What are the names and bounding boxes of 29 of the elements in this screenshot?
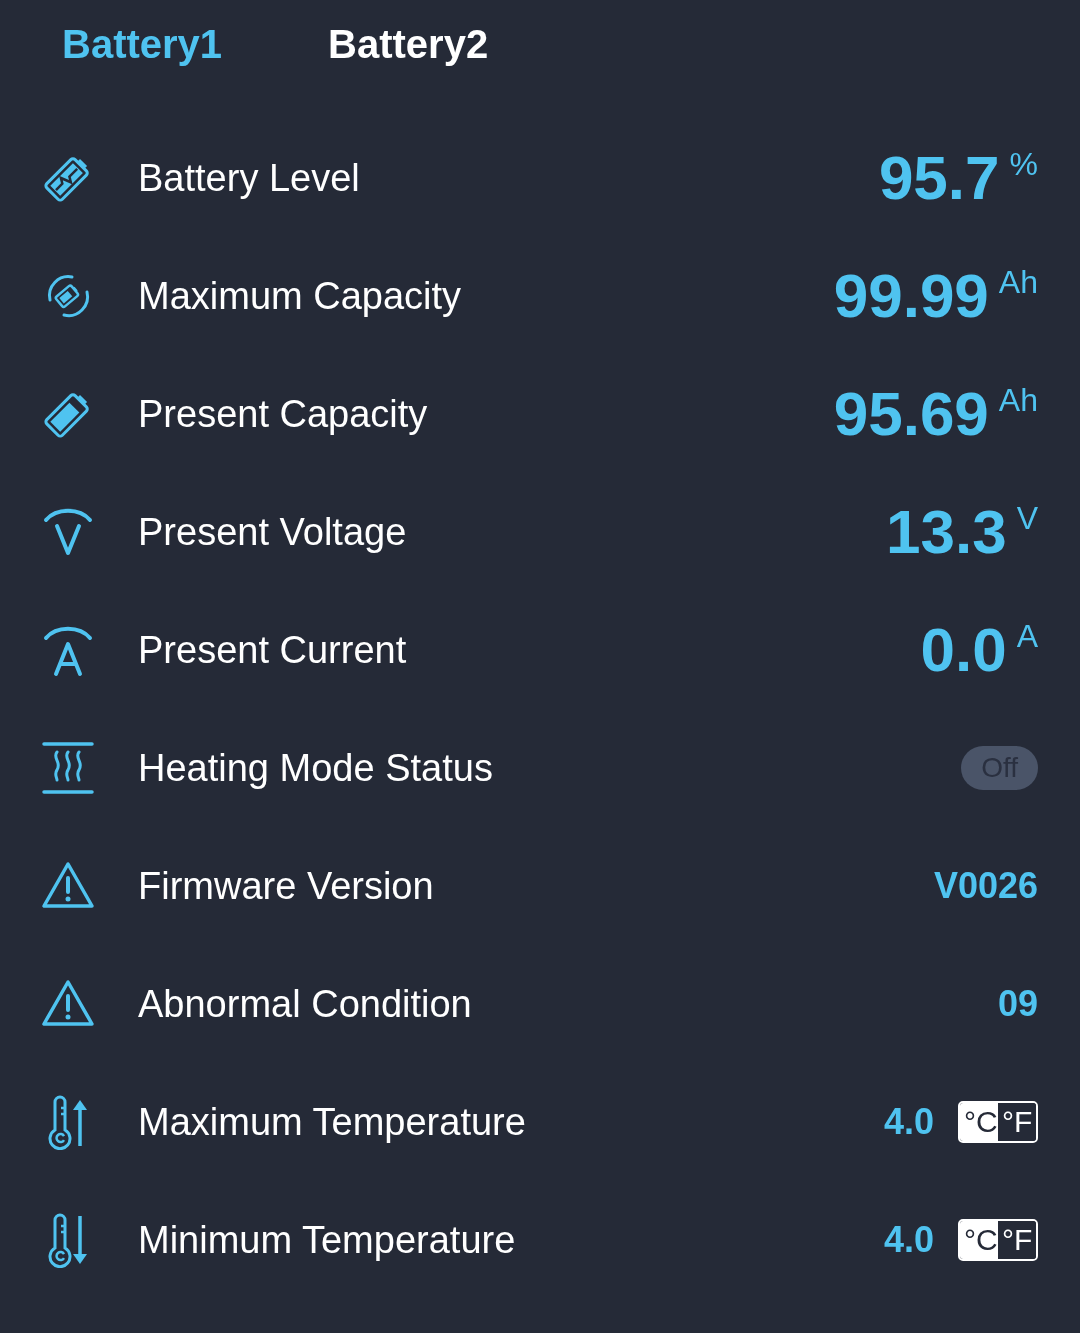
row-label: Maximum Temperature — [138, 1100, 527, 1144]
battery-tab[interactable]: Battery1 — [62, 22, 223, 67]
reading-value: 09 — [997, 983, 1038, 1025]
reading-value: 95.69 — [833, 383, 989, 445]
row-label: Minimum Temperature — [138, 1218, 517, 1262]
unit-toggle[interactable]: °C — [960, 1103, 998, 1141]
reading-value: 4.0 — [883, 1101, 934, 1143]
unit-label: % — [1009, 147, 1038, 183]
row-label: Heating Mode Status — [138, 746, 494, 790]
unit-label: Ah — [998, 265, 1038, 301]
row-label: Present Capacity — [138, 392, 429, 436]
row-label: Present Current — [138, 628, 408, 672]
row-label: Abnormal Condition — [138, 982, 473, 1026]
row-label: Battery Level — [138, 156, 361, 200]
reading-value: V0026 — [933, 865, 1038, 907]
row-label: Firmware Version — [138, 864, 435, 908]
unit-toggle[interactable]: °C — [960, 1221, 998, 1259]
reading-value: 99.99 — [833, 265, 989, 327]
battery-tab[interactable]: Battery2 — [328, 22, 489, 67]
heating-icon — [40, 740, 96, 796]
unit-label: V — [1016, 501, 1038, 537]
row-label: Present Voltage — [138, 510, 408, 554]
reading-value: 13.3 — [886, 501, 1007, 563]
reading-value: 4.0 — [883, 1219, 934, 1261]
reading-value: 95.7 — [878, 147, 1000, 209]
reading-value: 0.0 — [920, 619, 1007, 681]
unit-label: A — [1016, 619, 1038, 655]
unit-label: Ah — [998, 383, 1038, 419]
row-label: Maximum Capacity — [138, 274, 463, 318]
